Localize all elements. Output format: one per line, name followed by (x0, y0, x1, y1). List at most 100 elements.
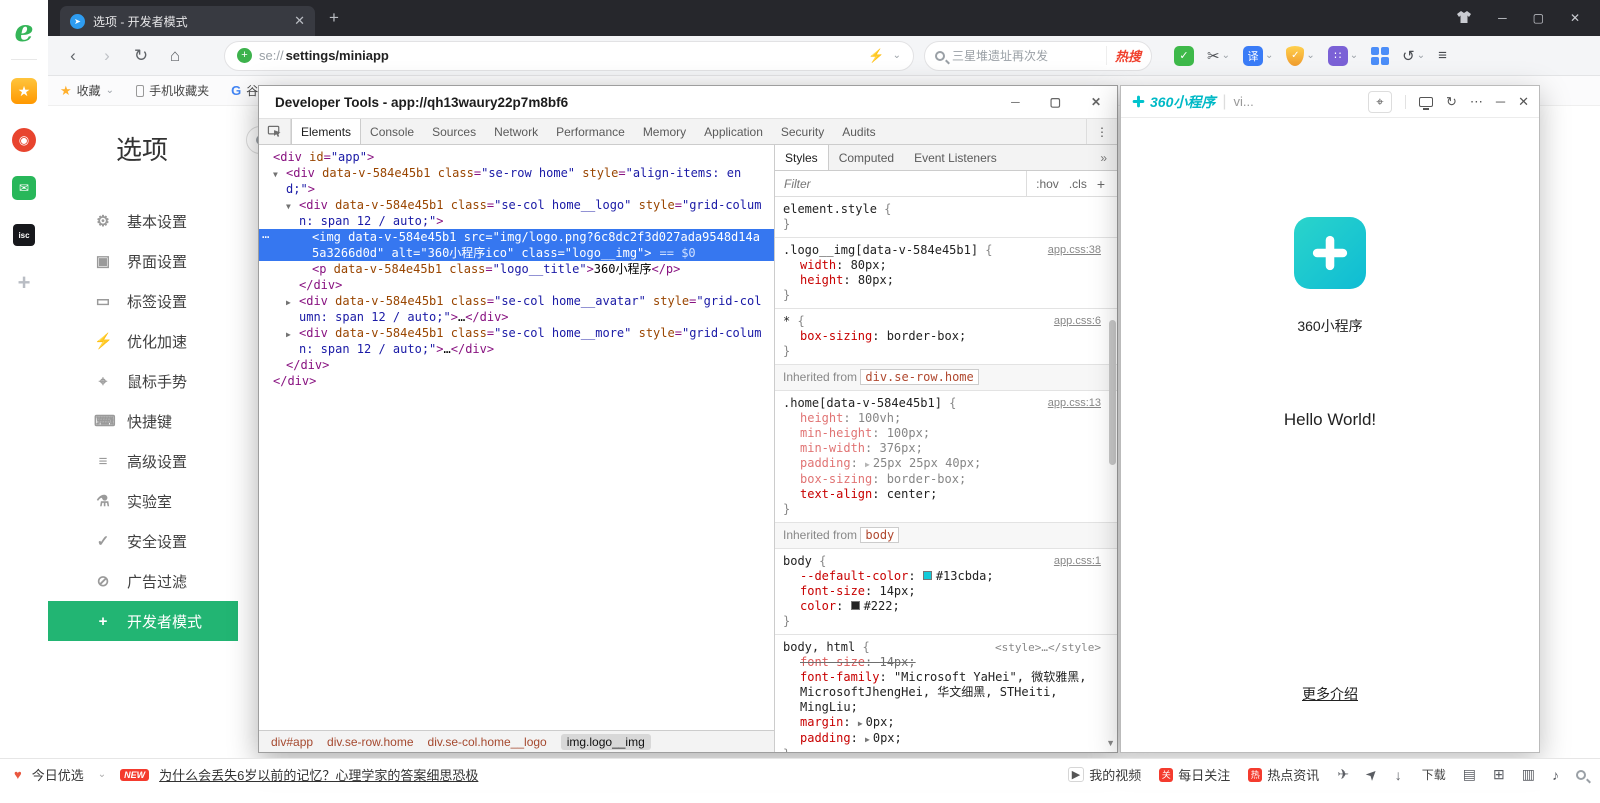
dom-tree-node[interactable]: ▶<div data-v-584e45b1 class="se-col home… (259, 293, 774, 325)
flash-icon[interactable]: ⚡ (868, 48, 884, 64)
back-icon[interactable]: ‹ (60, 46, 86, 66)
refresh-icon[interactable]: ↻ (1446, 94, 1457, 110)
css-property[interactable]: font-family: "Microsoft YaHei", 微软雅黑, Mi… (783, 670, 1109, 715)
headline-link[interactable]: 为什么会丢失6岁以前的记忆？心理学家的答案细思恐极 (159, 765, 478, 784)
css-property[interactable]: --default-color: #13cbda; (783, 569, 1109, 584)
css-property[interactable]: box-sizing: border-box; (783, 329, 1109, 344)
inherited-node-link[interactable]: div.se-row.home (860, 369, 978, 385)
sidebar-item-advanced[interactable]: ≡高级设置 (48, 441, 238, 481)
scrollbar-thumb[interactable] (1109, 320, 1116, 465)
css-property[interactable]: font-size: 14px; (783, 655, 1109, 670)
hover-toggle[interactable]: :hov (1036, 177, 1059, 191)
sidebar-item-window[interactable]: ▣界面设置 (48, 241, 238, 281)
color-swatch[interactable] (923, 571, 932, 580)
css-property[interactable]: min-height: 100px; (783, 426, 1109, 441)
expand-arrow-icon[interactable]: ▶ (865, 735, 870, 744)
breadcrumb-item[interactable]: div.se-row.home (327, 735, 413, 749)
bookmark-mobile-folder[interactable]: 手机收藏夹 (136, 82, 209, 99)
red-site-icon[interactable]: ◉ (12, 128, 36, 152)
dom-tree-node[interactable]: ⋯<img data-v-584e45b1 src="img/logo.png?… (259, 229, 774, 261)
close-icon[interactable]: ✕ (1518, 94, 1529, 110)
paper-plane-icon[interactable]: ✈ (1337, 766, 1349, 783)
restore-icon[interactable]: ▢ (1050, 95, 1061, 109)
forward-icon[interactable]: › (94, 46, 120, 66)
guard-icon[interactable]: ✓⌄ (1286, 46, 1314, 66)
dom-tree-node[interactable]: </div> (259, 373, 774, 389)
stylesheet-link[interactable]: app.css:1 (1054, 554, 1101, 569)
home-icon[interactable]: ⌂ (162, 46, 188, 66)
close-icon[interactable]: ✕ (1091, 95, 1101, 109)
css-property[interactable]: height: 100vh; (783, 411, 1109, 426)
dom-tree-node[interactable]: </div> (259, 357, 774, 373)
css-property[interactable]: margin: ▶0px; (783, 715, 1109, 731)
daily-follow-item[interactable]: 关 每日关注 (1159, 765, 1230, 784)
printer-icon[interactable]: ▤ (1463, 766, 1476, 783)
breadcrumb-item[interactable]: div.se-col.home__logo (428, 735, 547, 749)
inherited-node-link[interactable]: body (860, 527, 899, 543)
apps-icon[interactable] (1371, 47, 1389, 65)
maximize-icon[interactable]: ▢ (1533, 11, 1544, 25)
refresh-icon[interactable]: ↻ (128, 46, 154, 66)
sidebar-item-bolt[interactable]: ⚡优化加速 (48, 321, 238, 361)
cast-screen-icon[interactable] (1419, 97, 1433, 107)
devtools-tab-audits[interactable]: Audits (833, 119, 884, 144)
search-icon[interactable] (1576, 770, 1586, 780)
breadcrumb-item[interactable]: img.logo__img (561, 734, 651, 750)
devtools-tab-security[interactable]: Security (772, 119, 833, 144)
devtools-tab-performance[interactable]: Performance (547, 119, 634, 144)
url-dropdown-chevron[interactable]: ⌄ (893, 50, 901, 61)
css-property[interactable]: font-size: 14px; (783, 584, 1109, 599)
css-property[interactable]: min-width: 376px; (783, 441, 1109, 456)
devtools-tab-network[interactable]: Network (485, 119, 547, 144)
dom-tree-node[interactable]: ▼<div data-v-584e45b1 class="se-row home… (259, 165, 774, 197)
restore-icon[interactable]: ↺⌄ (1402, 47, 1425, 65)
css-property[interactable]: height: 80px; (783, 273, 1109, 288)
class-toggle[interactable]: .cls (1069, 177, 1087, 191)
dom-tree-node[interactable]: <p data-v-584e45b1 class="logo__title">3… (259, 261, 774, 277)
breadcrumb-item[interactable]: div#app (271, 735, 313, 749)
download-icon[interactable]: ↓ (1395, 767, 1402, 783)
expand-arrow-icon[interactable]: ▼ (286, 199, 291, 215)
dom-tree-node[interactable]: ▼<div data-v-584e45b1 class="se-col home… (259, 197, 774, 229)
isc-icon[interactable]: isc (13, 224, 35, 246)
locate-icon[interactable]: ⌖ (1368, 91, 1392, 113)
expand-arrow-icon[interactable]: ▶ (858, 719, 863, 728)
new-tab-button[interactable]: + (329, 8, 339, 28)
tab-close-icon[interactable]: ✕ (294, 13, 305, 29)
overflow-dots-icon[interactable]: ⋯ (262, 229, 270, 245)
scroll-down-icon[interactable]: ▼ (1106, 738, 1115, 748)
rocket-icon[interactable]: ➤ (1362, 764, 1382, 784)
clipboard-icon[interactable]: ▥ (1522, 766, 1535, 783)
bookmark-favorites[interactable]: ★ 收藏 ⌄ (60, 82, 114, 99)
favorites-star-icon[interactable]: ★ (11, 78, 37, 104)
miniapp-titlebar[interactable]: 360小程序 | vi... ⌖↻⋯─✕ (1121, 86, 1539, 118)
speaker-icon[interactable]: ♪ (1552, 767, 1559, 783)
daily-picks-label[interactable]: 今日优选 (32, 765, 84, 784)
expand-arrow-icon[interactable]: ▶ (286, 327, 291, 343)
search-box[interactable]: 三星堆遗址再次发 热搜 (924, 41, 1152, 71)
profile-icon[interactable]: ✓ (1174, 46, 1194, 66)
stylesheet-link[interactable]: <style>…</style> (995, 640, 1101, 655)
styles-tab-event-listeners[interactable]: Event Listeners (904, 145, 1007, 170)
menu-icon[interactable]: ≡ (1438, 47, 1447, 64)
grid-icon[interactable]: ⊞ (1493, 766, 1505, 783)
color-swatch[interactable] (851, 601, 860, 610)
minimize-icon[interactable]: ─ (1498, 11, 1507, 25)
miniapp-gray-icon[interactable]: + (0, 270, 48, 296)
sidebar-item-shield[interactable]: ✓安全设置 (48, 521, 238, 561)
css-property[interactable]: text-align: center; (783, 487, 1109, 502)
devtools-tab-console[interactable]: Console (361, 119, 423, 144)
styles-tab-computed[interactable]: Computed (829, 145, 904, 170)
devtools-tab-memory[interactable]: Memory (634, 119, 695, 144)
overflow-chevron-icon[interactable]: » (1090, 151, 1117, 165)
expand-arrow-icon[interactable]: ▼ (273, 167, 278, 183)
devtools-more-icon[interactable]: ⋮ (1086, 119, 1117, 144)
expand-arrow-icon[interactable]: ▶ (286, 295, 291, 311)
devtools-tab-elements[interactable]: Elements (291, 119, 361, 144)
devtools-tab-sources[interactable]: Sources (423, 119, 485, 144)
bookmark-google[interactable]: G 谷 (231, 82, 258, 99)
styles-tab-styles[interactable]: Styles (775, 145, 829, 170)
stylesheet-link[interactable]: app.css:13 (1048, 396, 1101, 411)
sidebar-item-keyboard[interactable]: ⌨快捷键 (48, 401, 238, 441)
sidebar-item-mouse[interactable]: ⌖鼠标手势 (48, 361, 238, 401)
